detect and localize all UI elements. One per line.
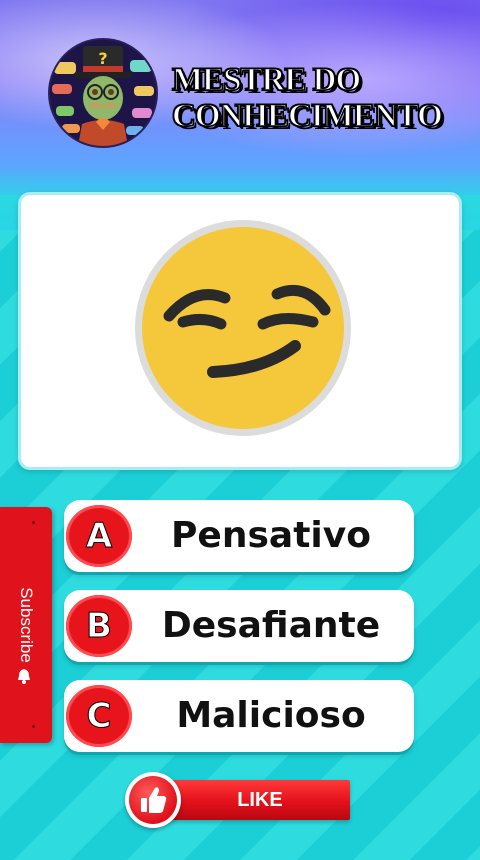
answer-option-a[interactable]: A Pensativo	[64, 500, 414, 572]
answer-option-c[interactable]: C Malicioso	[64, 680, 414, 752]
mustached-man-top-hat-avatar-icon: ?	[50, 40, 156, 146]
title-line-2: CONHECIMENTO	[171, 97, 443, 135]
bell-icon	[18, 669, 30, 684]
title-line-1: MESTRE DO	[171, 61, 362, 99]
subscribe-label: Subscribe	[17, 587, 36, 663]
smirking-face-emoji-icon	[142, 227, 344, 429]
subscribe-button[interactable]: Subscribe	[0, 507, 52, 743]
answer-text: Desafiante	[161, 605, 381, 646]
like-icon-button[interactable]	[125, 772, 181, 828]
answer-letter-badge: A	[66, 505, 132, 567]
answer-text: Malicioso	[176, 695, 366, 736]
answer-letter: B	[86, 606, 113, 647]
answer-letter-badge: C	[66, 685, 132, 747]
decor-dot	[32, 521, 35, 524]
thumbs-up-icon	[141, 787, 167, 813]
answer-letter: A	[85, 516, 113, 557]
page-title: MESTRE DO CONHECIMENTO	[171, 61, 462, 135]
emoji-frame	[135, 220, 351, 436]
answer-letter-badge: B	[66, 595, 132, 657]
svg-text:?: ?	[98, 49, 107, 68]
like-icon-background	[129, 776, 177, 824]
answer-option-b[interactable]: B Desafiante	[64, 590, 414, 662]
avatar: ?	[50, 40, 156, 146]
decor-dot	[32, 725, 35, 728]
question-card	[18, 192, 462, 470]
answer-letter: C	[86, 696, 112, 737]
answer-text: Pensativo	[171, 515, 371, 556]
